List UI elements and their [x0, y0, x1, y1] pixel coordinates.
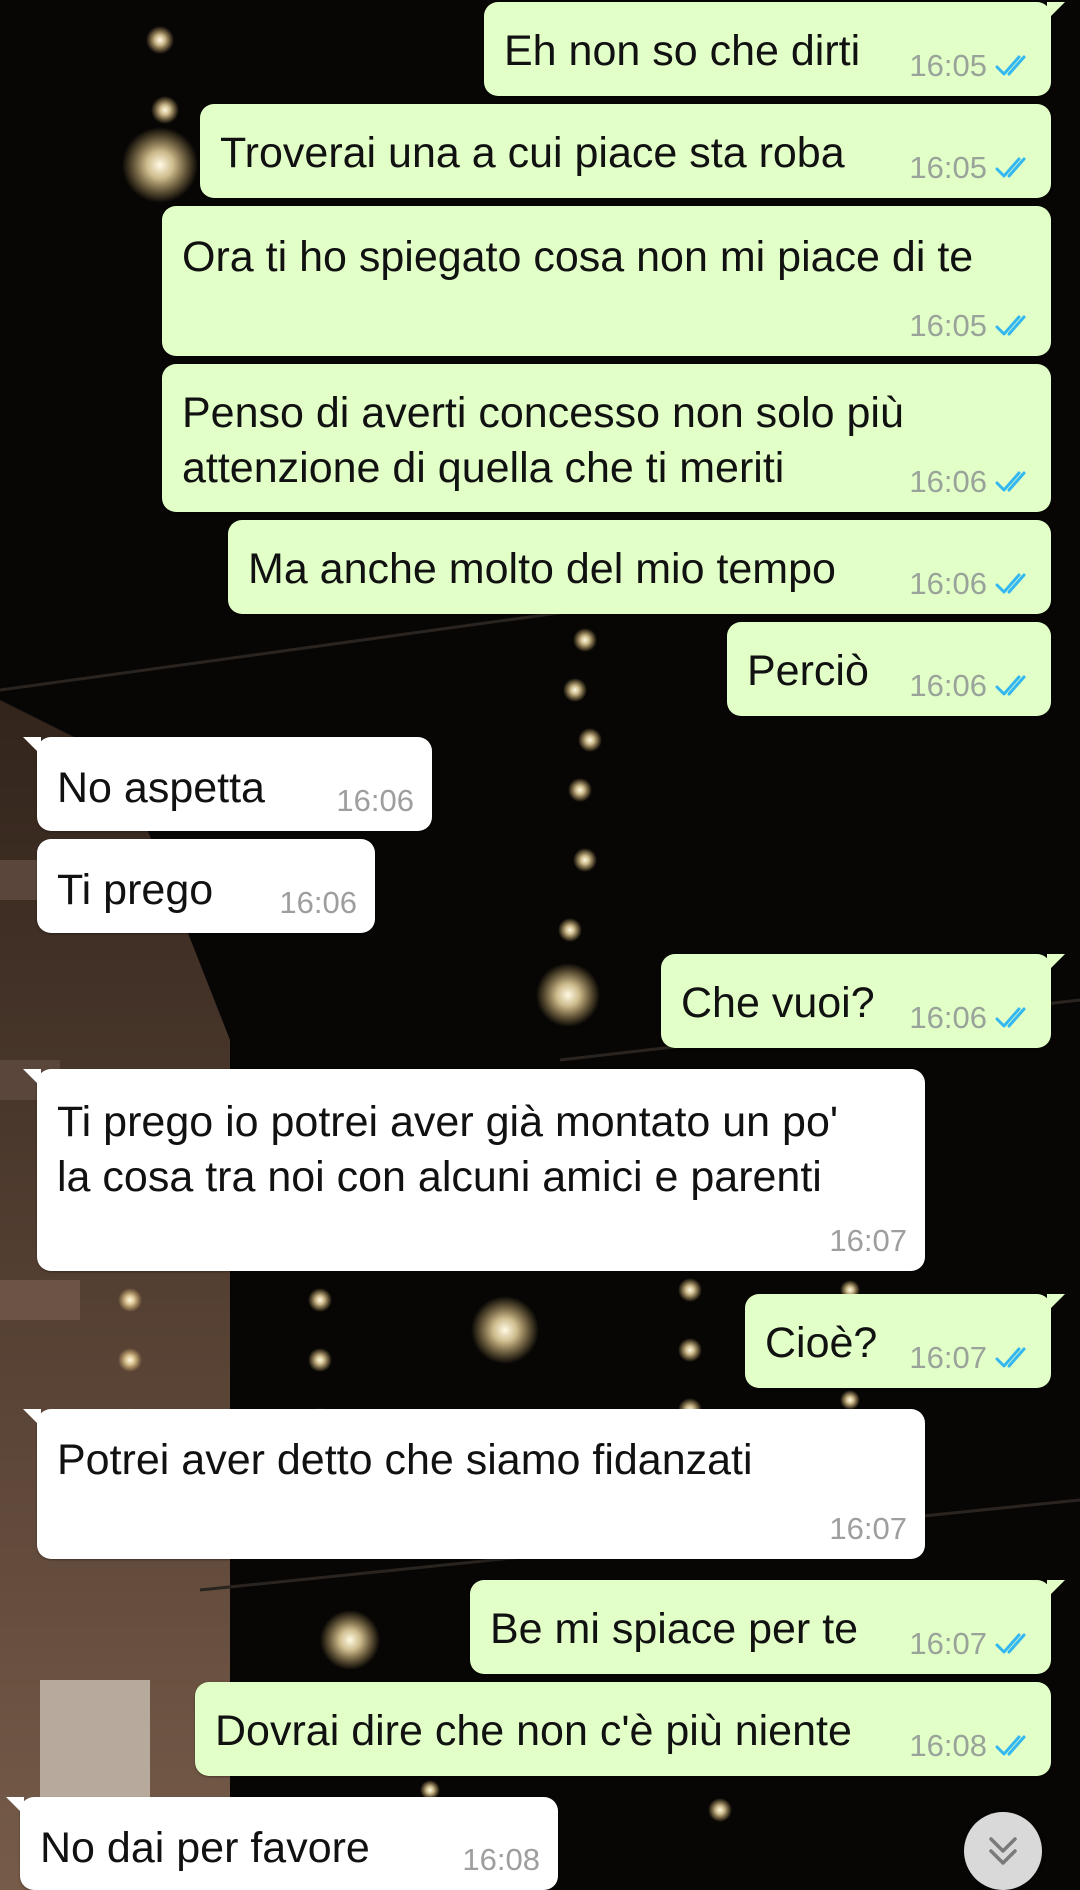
outgoing-message-bubble[interactable]: Be mi spiace per te 16:07: [470, 1580, 1065, 1674]
read-receipt-double-check-icon: [995, 471, 1026, 492]
outgoing-message-bubble[interactable]: Perciò 16:06: [727, 622, 1051, 716]
message-timestamp: 16:07: [829, 1511, 907, 1546]
message-text: Dovrai dire che non c'è più niente: [215, 1707, 852, 1755]
message-text: Troverai una a cui piace sta roba: [220, 129, 845, 177]
read-receipt-double-check-icon: [995, 1633, 1026, 1654]
read-receipt-double-check-icon: [995, 157, 1026, 178]
message-timestamp: 16:05: [909, 308, 987, 343]
message-text: Che vuoi?: [681, 979, 875, 1027]
message-meta: 16:06: [279, 885, 357, 921]
message-meta: 16:07: [909, 1626, 1033, 1662]
message-timestamp: 16:05: [909, 150, 987, 185]
message-meta: 16:05: [909, 308, 1033, 344]
read-receipt-double-check-icon: [995, 573, 1026, 594]
message-timestamp: 16:07: [829, 1223, 907, 1258]
message-timestamp: 16:05: [909, 48, 987, 83]
message-timestamp: 16:06: [336, 783, 414, 818]
message-timestamp: 16:07: [909, 1340, 987, 1375]
message-timestamp: 16:07: [909, 1626, 987, 1661]
message-meta: 16:07: [909, 1340, 1033, 1376]
message-meta: 16:07: [829, 1223, 907, 1259]
outgoing-message-bubble[interactable]: Dovrai dire che non c'è più niente 16:08: [195, 1682, 1051, 1776]
message-timestamp: 16:08: [909, 1728, 987, 1763]
message-meta: 16:08: [462, 1842, 540, 1878]
message-text: No dai per favore: [40, 1824, 370, 1872]
incoming-message-bubble[interactable]: Ti prego 16:06: [37, 839, 375, 933]
message-text: Be mi spiace per te: [490, 1605, 859, 1653]
message-meta: 16:06: [909, 668, 1033, 704]
message-meta: 16:07: [829, 1511, 907, 1547]
message-text: No aspetta: [57, 764, 265, 812]
message-text: Ti prego io potrei aver già montato un p…: [57, 1098, 839, 1201]
message-text: Ti prego: [57, 866, 214, 914]
message-text: Penso di averti concesso non solo più at…: [182, 389, 904, 492]
message-timestamp: 16:06: [279, 885, 357, 920]
message-meta: 16:06: [909, 566, 1033, 602]
message-meta: 16:06: [336, 783, 414, 819]
message-meta: 16:06: [909, 464, 1033, 500]
message-meta: 16:06: [909, 1000, 1033, 1036]
read-receipt-double-check-icon: [995, 1735, 1026, 1756]
outgoing-message-bubble[interactable]: Penso di averti concesso non solo più at…: [162, 364, 1051, 512]
incoming-message-bubble[interactable]: No dai per favore 16:08: [6, 1797, 558, 1890]
outgoing-message-bubble[interactable]: Ma anche molto del mio tempo 16:06: [228, 520, 1051, 614]
message-text: Ora ti ho spiegato cosa non mi piace di …: [182, 233, 974, 281]
chat-message-list[interactable]: Eh non so che dirti 16:05 Troverai una a c…: [0, 0, 1080, 1890]
message-timestamp: 16:06: [909, 464, 987, 499]
message-meta: 16:08: [909, 1728, 1033, 1764]
incoming-message-bubble[interactable]: No aspetta 16:06: [23, 737, 432, 831]
message-meta: 16:05: [909, 48, 1033, 84]
outgoing-message-bubble[interactable]: Ora ti ho spiegato cosa non mi piace di …: [162, 206, 1051, 356]
read-receipt-double-check-icon: [995, 315, 1026, 336]
read-receipt-double-check-icon: [995, 1007, 1026, 1028]
read-receipt-double-check-icon: [995, 675, 1026, 696]
message-timestamp: 16:08: [462, 1842, 540, 1877]
message-text: Potrei aver detto che siamo fidanzati: [57, 1436, 753, 1484]
message-text: Eh non so che dirti: [504, 27, 861, 75]
outgoing-message-bubble[interactable]: Cioè? 16:07: [745, 1294, 1065, 1388]
message-text: Perciò: [747, 647, 869, 695]
incoming-message-bubble[interactable]: Potrei aver detto che siamo fidanzati 16:…: [23, 1409, 925, 1559]
message-text: Ma anche molto del mio tempo: [248, 545, 836, 593]
outgoing-message-bubble[interactable]: Che vuoi? 16:06: [661, 954, 1065, 1048]
message-timestamp: 16:06: [909, 668, 987, 703]
message-timestamp: 16:06: [909, 566, 987, 601]
incoming-message-bubble[interactable]: Ti prego io potrei aver già montato un p…: [23, 1069, 925, 1271]
read-receipt-double-check-icon: [995, 55, 1026, 76]
message-meta: 16:05: [909, 150, 1033, 186]
outgoing-message-bubble[interactable]: Eh non so che dirti 16:05: [484, 2, 1065, 96]
message-timestamp: 16:06: [909, 1000, 987, 1035]
message-text: Cioè?: [765, 1319, 878, 1367]
read-receipt-double-check-icon: [995, 1347, 1026, 1368]
outgoing-message-bubble[interactable]: Troverai una a cui piace sta roba 16:05: [200, 104, 1051, 198]
